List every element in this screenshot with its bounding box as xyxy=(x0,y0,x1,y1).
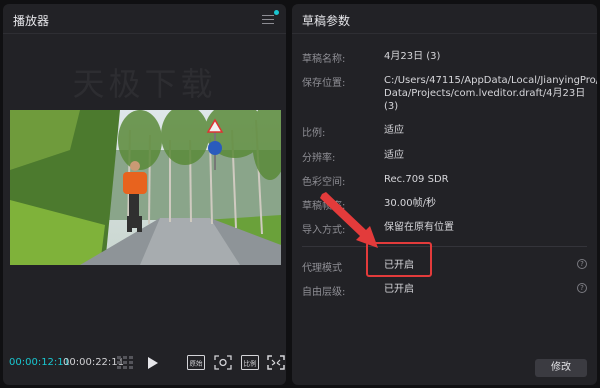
props-header: 草稿参数 xyxy=(292,4,597,34)
grid-icon[interactable] xyxy=(117,356,133,369)
fit-icon[interactable] xyxy=(214,355,232,370)
notification-dot xyxy=(274,10,279,15)
current-time: 00:00:12:11 xyxy=(9,357,71,368)
prop-label: 代理模式 xyxy=(302,263,342,274)
props-title: 草稿参数 xyxy=(302,14,351,28)
original-ratio-label: 原始 xyxy=(190,359,204,368)
prop-label: 保存位置: xyxy=(302,78,346,89)
ratio-label: 比例 xyxy=(244,359,257,368)
play-icon[interactable] xyxy=(147,356,159,370)
player-header: 播放器 xyxy=(3,4,286,34)
prop-value: 4月23日 (3) xyxy=(384,51,441,62)
player-title: 播放器 xyxy=(13,14,50,28)
prop-value: 适应 xyxy=(384,125,404,136)
prop-value: Rec.709 SDR xyxy=(384,174,449,185)
prop-value: 适应 xyxy=(384,150,404,161)
prop-value: 30.00帧/秒 xyxy=(384,198,436,209)
highlight-box xyxy=(366,242,432,277)
watermark: 天极下载 xyxy=(72,65,217,103)
total-time: 00:00:22:11 xyxy=(63,357,125,368)
prop-value: C:/Users/47115/AppData/Local/JianyingPro… xyxy=(384,75,597,112)
menu-icon[interactable] xyxy=(262,15,274,24)
playback-controls: 00:00:12:11 00:00:22:11 原始 比例 xyxy=(3,345,286,385)
info-icon[interactable]: ? xyxy=(577,259,587,269)
prop-value: 保留在原有位置 xyxy=(384,222,454,233)
original-ratio-icon[interactable]: 原始 xyxy=(187,355,205,370)
video-preview[interactable] xyxy=(10,110,281,265)
modify-button[interactable]: 修改 xyxy=(535,359,587,377)
prop-label: 比例: xyxy=(302,128,326,139)
prop-label: 草稿名称: xyxy=(302,54,346,65)
fullscreen-icon[interactable] xyxy=(267,355,285,370)
player-panel: 播放器 天极下载 00:00:12:11 00:00:22:11 原始 比例 xyxy=(3,4,286,385)
info-icon[interactable]: ? xyxy=(577,283,587,293)
prop-label: 分辨率: xyxy=(302,153,336,164)
prop-label: 自由层级: xyxy=(302,287,346,298)
ratio-icon[interactable]: 比例 xyxy=(241,355,259,370)
prop-label: 色彩空间: xyxy=(302,177,346,188)
prop-value: 已开启 xyxy=(384,284,414,295)
